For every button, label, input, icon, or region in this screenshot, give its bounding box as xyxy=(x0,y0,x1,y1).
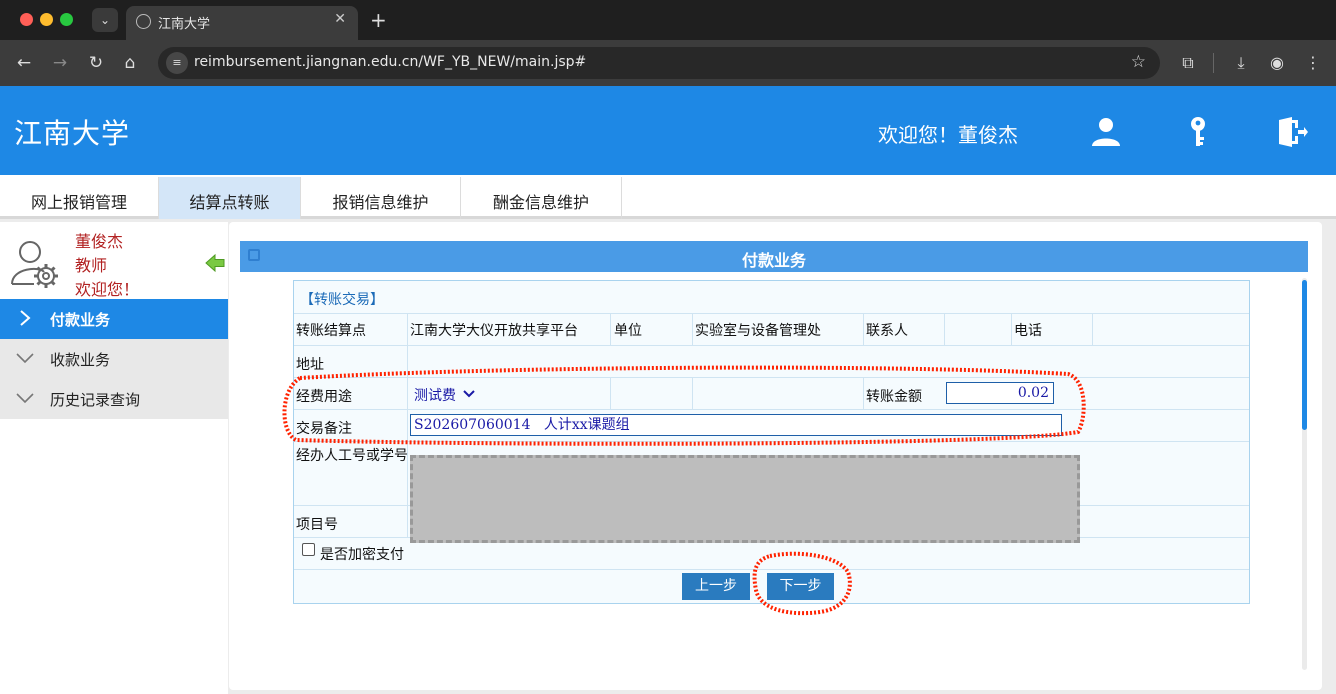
browser-titlebar: ⌄ 江南大学 ✕ + xyxy=(0,0,1336,40)
tab-online-reimbursement[interactable]: 网上报销管理 xyxy=(0,177,159,219)
next-step-button[interactable]: 下一步 xyxy=(767,573,834,600)
chevron-down-icon xyxy=(16,393,34,404)
label-settlement-point: 转账结算点 xyxy=(296,323,366,339)
browser-toolbar: ← → ↻ ⌂ ≡ reimbursement.jiangnan.edu.cn/… xyxy=(0,40,1336,86)
browser-tab[interactable]: 江南大学 ✕ xyxy=(126,6,358,40)
label-unit: 单位 xyxy=(614,323,642,339)
tab-payment-info[interactable]: 酬金信息维护 xyxy=(461,177,622,219)
sidebar: 董俊杰 教师 欢迎您！ 付款业务 收款业务 历史记录查询 xyxy=(0,222,228,694)
url-text[interactable]: reimbursement.jiangnan.edu.cn/WF_YB_NEW/… xyxy=(194,54,586,70)
section-title: 【转账交易】 xyxy=(300,292,384,308)
sidebar-user-name: 董俊杰 xyxy=(75,232,124,251)
sidebar-user-role: 教师 xyxy=(75,256,108,275)
extensions-icon[interactable]: ⧉ xyxy=(1176,51,1200,75)
form-row-memo: 交易备注 S202607060014 人计xx课题组 xyxy=(294,410,1249,442)
sidebar-item-label: 历史记录查询 xyxy=(50,391,141,409)
main-content: 付款业务 【转账交易】 转账结算点 江南大学大仪开放共享平台 单位 实验室与设备… xyxy=(229,222,1322,690)
form-row-address: 地址 xyxy=(294,346,1249,378)
download-icon[interactable]: ⤓ xyxy=(1229,51,1253,75)
label-phone: 电话 xyxy=(1014,323,1042,339)
label-project: 项目号 xyxy=(296,517,338,533)
key-icon[interactable] xyxy=(1180,114,1216,150)
label-encrypt: 是否加密支付 xyxy=(320,547,404,563)
toolbar-divider xyxy=(1213,53,1214,73)
scrollbar-thumb[interactable] xyxy=(1302,280,1307,430)
minimize-window-button[interactable] xyxy=(40,13,53,26)
label-amount: 转账金额 xyxy=(866,389,922,405)
collapse-sidebar-icon[interactable] xyxy=(204,252,226,274)
sidebar-item-label: 收款业务 xyxy=(50,351,111,369)
tab-reimbursement-info[interactable]: 报销信息维护 xyxy=(301,177,461,219)
forward-arrow-icon[interactable]: → xyxy=(48,51,72,75)
label-handler: 经办人工号或学号 xyxy=(296,448,408,464)
panel-title: 付款业务 xyxy=(741,251,806,270)
transfer-form: 【转账交易】 转账结算点 江南大学大仪开放共享平台 单位 实验室与设备管理处 联… xyxy=(293,280,1250,604)
user-settings-icon xyxy=(11,241,58,288)
globe-icon xyxy=(136,14,151,29)
label-address: 地址 xyxy=(296,357,324,373)
settlement-point-value: 江南大学大仪开放共享平台 xyxy=(410,323,578,339)
back-arrow-icon[interactable]: ← xyxy=(12,51,36,75)
purpose-select-value[interactable]: 测试费 xyxy=(414,385,456,405)
redacted-area xyxy=(410,455,1080,543)
label-contact: 联系人 xyxy=(866,323,908,339)
panel-header: 付款业务 xyxy=(240,241,1308,272)
site-info-icon[interactable]: ≡ xyxy=(166,52,188,74)
welcome-text: 欢迎您！董俊杰 xyxy=(878,123,1018,147)
chevron-right-icon xyxy=(20,310,31,326)
label-purpose: 经费用途 xyxy=(296,389,352,405)
address-bar[interactable]: ≡ reimbursement.jiangnan.edu.cn/WF_YB_NE… xyxy=(158,47,1160,79)
label-memo: 交易备注 xyxy=(296,421,352,437)
sidebar-item-payment[interactable]: 付款业务 xyxy=(0,299,228,339)
sidebar-item-label: 付款业务 xyxy=(50,311,111,329)
user-icon[interactable] xyxy=(1088,114,1124,150)
main-menu: 网上报销管理 结算点转账 报销信息维护 酬金信息维护 xyxy=(0,175,1336,219)
memo-input[interactable]: S202607060014 人计xx课题组 xyxy=(410,414,1062,436)
reload-icon[interactable]: ↻ xyxy=(84,51,108,75)
maximize-window-button[interactable] xyxy=(60,13,73,26)
form-row-purpose: 经费用途 测试费 转账金额 0.02 xyxy=(294,378,1249,410)
sidebar-item-receipt[interactable]: 收款业务 xyxy=(0,339,228,379)
user-panel: 董俊杰 教师 欢迎您！ xyxy=(0,222,228,299)
tab-settlement-transfer[interactable]: 结算点转账 xyxy=(159,177,301,219)
unit-value: 实验室与设备管理处 xyxy=(695,323,821,339)
amount-input[interactable]: 0.02 xyxy=(946,382,1054,404)
bookmark-star-icon[interactable]: ☆ xyxy=(1131,52,1146,72)
sidebar-item-history[interactable]: 历史记录查询 xyxy=(0,379,228,419)
tab-search-button[interactable]: ⌄ xyxy=(92,8,118,32)
more-menu-icon[interactable]: ⋮ xyxy=(1301,51,1325,75)
tab-close-icon[interactable]: ✕ xyxy=(334,11,346,27)
chevron-down-icon xyxy=(16,353,34,364)
encrypt-checkbox[interactable] xyxy=(302,543,315,556)
prev-step-button[interactable]: 上一步 xyxy=(682,573,750,600)
profile-icon[interactable]: ◉ xyxy=(1265,51,1289,75)
home-icon[interactable]: ⌂ xyxy=(118,51,142,75)
form-row-encrypt: 是否加密支付 xyxy=(294,538,1249,570)
tab-title: 江南大学 xyxy=(158,17,211,32)
logout-icon[interactable] xyxy=(1274,114,1310,150)
close-window-button[interactable] xyxy=(20,13,33,26)
app-header: 江南大学 欢迎您！董俊杰 xyxy=(0,86,1336,175)
form-row-settlement: 转账结算点 江南大学大仪开放共享平台 单位 实验室与设备管理处 联系人 电话 xyxy=(294,314,1249,346)
new-tab-button[interactable]: + xyxy=(370,8,387,32)
app-title: 江南大学 xyxy=(14,117,131,150)
chevron-down-icon[interactable] xyxy=(462,388,476,400)
form-section-row: 【转账交易】 xyxy=(294,281,1249,314)
sidebar-user-greeting: 欢迎您！ xyxy=(75,280,140,299)
